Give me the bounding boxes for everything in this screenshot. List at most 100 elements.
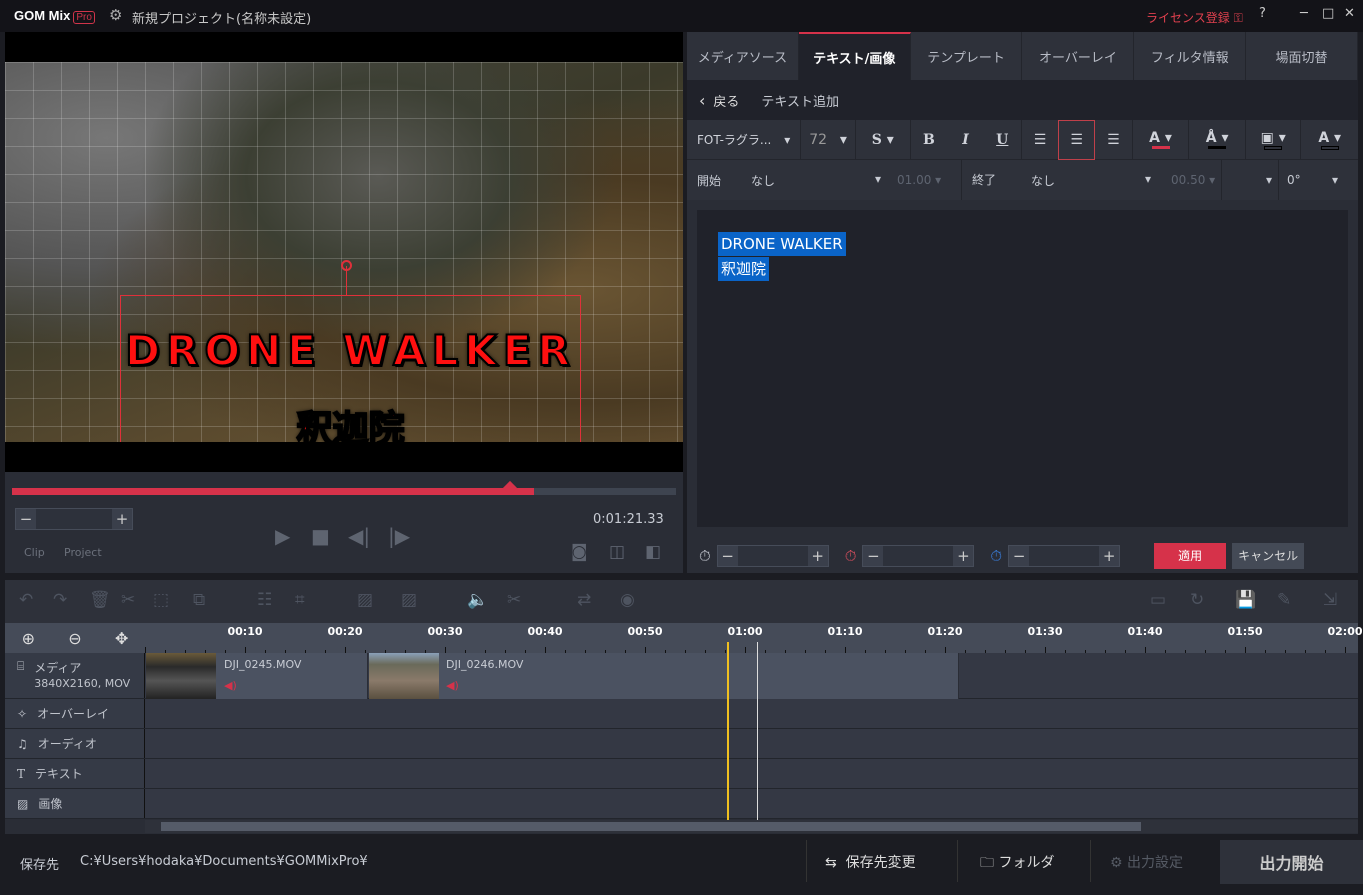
undo-icon[interactable]: ↶ [19,590,33,610]
image-in-icon[interactable]: ▨ [357,590,373,610]
fit-icon[interactable]: ✥ [115,629,128,648]
export-icon[interactable]: ⇲ [1323,590,1337,610]
tab-template[interactable]: テンプレート [911,32,1023,80]
plus-button[interactable]: + [953,547,973,565]
end-marker[interactable] [757,642,758,820]
image-out-icon[interactable]: ▨ [401,590,417,610]
end-effect-select[interactable]: なし ▾ [1031,172,1151,189]
start-output-button[interactable]: 出力開始 [1220,840,1363,884]
start-time-stepper[interactable]: − + [716,544,829,567]
shadow-color-button[interactable]: A ▾ [1301,120,1358,160]
tab-text-image[interactable]: テキスト/画像 [798,32,911,80]
replace-icon[interactable]: ⇄ [577,590,591,610]
start-time-field[interactable] [737,545,808,566]
crop-icon[interactable]: ⌗ [295,590,305,610]
minus-button[interactable]: − [863,547,883,565]
time-ruler[interactable]: 00:10 00:20 00:30 00:40 00:50 01:00 01:10 01:20… [145,623,1363,653]
italic-button[interactable]: I [947,120,984,160]
cut-icon[interactable]: ✂ [121,590,135,610]
play-icon[interactable]: ▶ [275,524,290,548]
chevron-left-icon[interactable]: ‹ [699,91,705,110]
maximize-button[interactable]: □ [1322,6,1334,21]
split-icon[interactable]: ⧉ [193,590,205,610]
help-button[interactable]: ? [1259,6,1266,21]
end-time-stepper[interactable]: − + [862,544,975,567]
seek-bar[interactable] [12,480,676,496]
clip[interactable]: DJI_0245.MOV ◀) [146,653,368,699]
stop-icon[interactable]: ■ [311,524,330,548]
snapshot-icon[interactable]: ◙ [571,542,588,562]
align-right-icon[interactable]: ☰ [1095,119,1133,160]
license-link[interactable]: ライセンス登録 ⚿ [1146,9,1243,26]
text-overlay-box[interactable]: DRONE WALKER 釈迦院 [120,260,581,442]
save-icon[interactable]: 💾 [1235,590,1256,610]
shadow-style-select[interactable]: S ▾ [856,119,911,160]
prev-frame-icon[interactable]: ◀| [348,524,370,548]
speaker-icon[interactable]: ◀) [446,679,459,692]
tab-media-source[interactable]: メディアソース [687,32,799,80]
cancel-button[interactable]: キャンセル [1232,542,1305,569]
horizontal-scrollbar[interactable] [145,820,1358,833]
gear-icon[interactable]: ⚙ [109,6,122,24]
plus-button[interactable]: + [1099,547,1119,565]
background-color-button[interactable]: ▣ ▾ [1246,119,1302,160]
minus-button[interactable]: − [718,547,738,565]
rotate-handle[interactable] [341,260,352,271]
text-editor[interactable]: DRONE WALKER 釈迦院 [697,210,1348,527]
zoom-out-icon[interactable]: ⊖ [68,629,81,648]
select-icon[interactable]: ⬚ [153,590,169,610]
zoom-stepper[interactable]: − + [15,508,133,530]
bold-button[interactable]: B [911,120,948,160]
audio-split-icon[interactable]: ✂ [507,590,521,610]
font-select[interactable]: FOT-ラグラ... ▾ [687,119,802,160]
change-destination-button[interactable]: ⇆ 保存先変更 [825,852,916,872]
text-color-button[interactable]: A ▾ [1133,119,1190,160]
plus-button[interactable]: + [808,547,828,565]
new-project-icon[interactable]: ▭ [1150,590,1166,610]
tab-overlay[interactable]: オーバーレイ [1022,32,1135,80]
align-center-icon[interactable]: ☰ [1058,119,1096,160]
next-frame-icon[interactable]: |▶ [388,524,410,548]
close-button[interactable]: ✕ [1344,6,1355,21]
project-mode-button[interactable]: Project [64,546,102,559]
text-line[interactable]: DRONE WALKER [718,232,846,256]
text-line[interactable]: 釈迦院 [718,257,770,281]
folder-button[interactable]: 🗀 フォルダ [980,852,1054,876]
size-select[interactable]: 72 ▾ [801,119,856,160]
adjust-icon[interactable]: ☷ [257,590,272,610]
start-effect-select[interactable]: なし ▾ [751,172,881,189]
volume-icon[interactable]: 🔈 [467,590,488,610]
clip[interactable]: DJI_0246.MOV ◀) [369,653,959,699]
scrollbar-thumb[interactable] [161,822,1141,831]
duration-field[interactable] [1029,545,1100,566]
fullscreen-icon[interactable]: ◧ [645,542,661,562]
duration-stepper[interactable]: − + [1008,544,1121,567]
clip-mode-button[interactable]: Clip [24,546,45,559]
tab-transition[interactable]: 場面切替 [1246,32,1358,80]
minimize-button[interactable]: ─ [1300,6,1308,21]
open-project-icon[interactable]: ↻ [1190,590,1204,610]
rotation-select[interactable]: 0° ▾ [1278,160,1346,200]
save-as-icon[interactable]: ✎ [1277,590,1291,610]
start-duration-select[interactable]: 01.00 ▾ [881,173,961,187]
redo-icon[interactable]: ↷ [53,590,67,610]
zoom-plus[interactable]: + [112,510,132,528]
align-left-icon[interactable]: ☰ [1022,120,1059,160]
split-view-icon[interactable]: ◫ [609,542,625,562]
back-button[interactable]: 戻る [713,91,739,110]
zoom-field[interactable] [36,509,112,529]
delete-icon[interactable]: 🗑 [89,590,111,610]
tab-filter-info[interactable]: フィルタ情報 [1134,32,1247,80]
zoom-in-icon[interactable]: ⊕ [22,629,35,648]
speaker-icon[interactable]: ◀) [224,679,237,692]
output-settings-button[interactable]: ⚙ 出力設定 [1110,852,1183,872]
playhead[interactable] [727,642,729,820]
outline-color-button[interactable]: Å ▾ [1189,119,1246,160]
underline-button[interactable]: U [984,119,1022,160]
video-preview[interactable]: DRONE WALKER 釈迦院 [5,32,683,472]
end-time-field[interactable] [883,545,954,566]
minus-button[interactable]: − [1009,547,1029,565]
zoom-minus[interactable]: − [16,510,36,528]
apply-button[interactable]: 適用 [1154,542,1227,569]
end-duration-select[interactable]: 00.50 ▾ [1151,173,1221,187]
